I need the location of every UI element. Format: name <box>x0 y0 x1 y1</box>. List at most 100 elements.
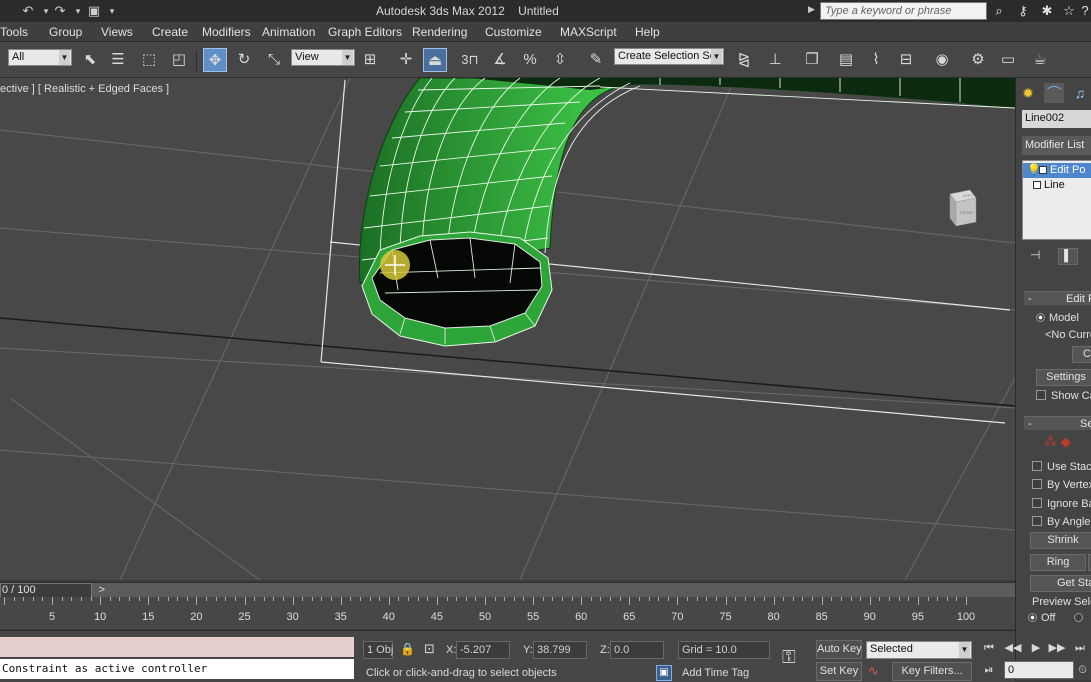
search-input[interactable]: Type a keyword or phrase <box>820 2 987 20</box>
show-end-result-icon[interactable]: ▌ <box>1058 248 1078 265</box>
percent-snap-icon[interactable]: % <box>518 48 542 72</box>
keyboard-shortcut-override-icon[interactable]: ⏏ <box>423 48 447 72</box>
settings-button[interactable]: Settings <box>1036 369 1091 386</box>
stack-item-line[interactable]: Line <box>1023 178 1091 193</box>
schematic-view-icon[interactable]: ⊟ <box>894 48 918 72</box>
select-and-scale-icon[interactable]: ⤡ <box>262 48 286 72</box>
edit-named-selection-icon[interactable]: ✎ <box>584 48 608 72</box>
y-coordinate-field[interactable]: 38.799 <box>533 641 587 659</box>
menu-graph-editors[interactable]: Graph Editors <box>328 25 402 39</box>
menu-views[interactable]: Views <box>101 25 133 39</box>
checkbox[interactable] <box>1036 390 1046 400</box>
create-tab-icon[interactable]: ✹ <box>1018 83 1038 103</box>
lightbulb-icon[interactable]: 💡 <box>1027 163 1041 178</box>
key-mode-dropdown[interactable]: Selected ▼ <box>866 641 972 659</box>
perspective-viewport[interactable]: ective ] [ Realistic + Edged Faces ] LEF… <box>0 78 1015 580</box>
by-angle-checkbox[interactable]: By Angle <box>1032 516 1090 528</box>
preview-subobj-radio[interactable] <box>1074 612 1087 624</box>
previous-frame-icon[interactable]: ◀◀ <box>1003 639 1023 657</box>
menu-animation[interactable]: Animation <box>262 25 315 39</box>
object-name-field[interactable]: Line002 <box>1022 110 1091 128</box>
radio-button[interactable] <box>1074 613 1083 622</box>
modifier-list-dropdown[interactable]: Modifier List <box>1022 136 1091 155</box>
go-to-start-icon[interactable]: ⏮ <box>979 639 999 657</box>
menu-customize[interactable]: Customize <box>485 25 542 39</box>
render-setup-icon[interactable]: ⚙ <box>966 48 990 72</box>
expand-toggle-icon[interactable] <box>1033 181 1041 189</box>
stack-item-edit-poly[interactable]: 💡 Edit Po <box>1023 163 1091 178</box>
time-tag-icon[interactable]: ▣ <box>656 665 672 681</box>
lock-selection-icon[interactable]: 🔒 <box>400 642 415 656</box>
next-frame-icon[interactable]: ▶▶ <box>1047 639 1067 657</box>
absolute-mode-icon[interactable]: ⊡ <box>424 641 435 657</box>
render-production-icon[interactable]: ☕ <box>1028 48 1052 72</box>
auto-key-button[interactable]: Auto Key <box>816 640 862 659</box>
ignore-backfacing-checkbox[interactable]: Ignore Ba <box>1032 498 1091 510</box>
rendered-frame-window-icon[interactable]: ▭ <box>996 48 1020 72</box>
menu-modifiers[interactable]: Modifiers <box>202 25 251 39</box>
model-radio[interactable]: Model <box>1036 312 1079 324</box>
x-coordinate-field[interactable]: -5.207 <box>456 641 510 659</box>
undo-icon[interactable]: ↶ <box>20 3 36 19</box>
checkbox[interactable] <box>1032 498 1042 508</box>
set-key-mode-icon[interactable]: ⚿ <box>782 647 796 668</box>
maxscript-listener-input[interactable] <box>0 637 354 657</box>
expand-arrow-icon[interactable]: ▶ <box>808 4 815 15</box>
time-slider[interactable]: 0 / 100 > <box>0 582 1015 598</box>
by-vertex-checkbox[interactable]: By Vertex <box>1032 479 1091 491</box>
redo-icon[interactable]: ↷ <box>52 3 68 19</box>
current-frame-field[interactable]: 0 <box>1004 661 1074 679</box>
pin-stack-icon[interactable]: ⊣ <box>1030 248 1040 262</box>
time-slider-handle[interactable]: 0 / 100 > <box>0 583 105 598</box>
set-key-button[interactable]: Set Key <box>816 662 862 681</box>
preview-off-radio[interactable]: Off <box>1028 612 1055 624</box>
project-folder-icon[interactable]: ▣ <box>86 3 102 19</box>
play-icon[interactable]: ▶ <box>1026 639 1046 657</box>
mirror-icon[interactable]: ⧎ <box>732 48 756 72</box>
ring-button[interactable]: Ring <box>1030 554 1086 571</box>
maxscript-listener-output[interactable]: Constraint as active controller <box>0 659 354 679</box>
redo-dropdown-icon[interactable]: ▾ <box>70 3 86 19</box>
curve-editor-icon[interactable]: ⌇ <box>864 48 888 72</box>
material-editor-icon[interactable]: ◉ <box>930 48 954 72</box>
hierarchy-tab-icon[interactable]: ♫ <box>1070 83 1090 103</box>
radio-button[interactable] <box>1036 313 1045 322</box>
add-time-tag-button[interactable]: Add Time Tag <box>682 667 749 679</box>
reference-coordinate-dropdown[interactable]: View ▼ <box>291 49 355 66</box>
commit-button[interactable]: C <box>1072 346 1091 363</box>
select-and-move-icon[interactable]: ✥ <box>203 48 227 72</box>
key-mode-toggle-icon[interactable]: ⏯ <box>979 661 999 679</box>
menu-create[interactable]: Create <box>152 25 188 39</box>
go-to-end-icon[interactable]: ⏭ <box>1070 639 1090 657</box>
quick-access-dropdown-icon[interactable]: ▾ <box>104 3 120 19</box>
checkbox[interactable] <box>1032 479 1042 489</box>
show-cage-checkbox[interactable]: Show Ca <box>1036 390 1091 402</box>
shrink-button[interactable]: Shrink <box>1030 532 1091 549</box>
selection-filter-dropdown[interactable]: All ▼ <box>8 49 72 66</box>
select-and-rotate-icon[interactable]: ↻ <box>232 48 256 72</box>
layer-manager-icon[interactable]: ❐ <box>800 48 824 72</box>
track-bar[interactable]: 5 10 15 20 25 30 35 40 45 50 55 60 65 70 75 80 85 90 95 100 <box>0 597 1015 629</box>
edit-poly-rollout-header[interactable]: - Edit P <box>1024 291 1091 305</box>
modify-tab-icon[interactable]: ⌒ <box>1044 83 1064 103</box>
pivot-center-icon[interactable]: ⊞ <box>358 48 382 72</box>
select-by-name-icon[interactable]: ☰ <box>106 48 130 72</box>
align-icon[interactable]: ⊥ <box>763 48 787 72</box>
key-tangent-icon[interactable]: ∿ <box>868 663 879 679</box>
menu-maxscript[interactable]: MAXScript <box>560 25 617 39</box>
use-stack-checkbox[interactable]: Use Stack <box>1032 461 1091 473</box>
window-crossing-icon[interactable]: ◰ <box>167 48 191 72</box>
menu-help[interactable]: Help <box>635 25 660 39</box>
ribbon-icon[interactable]: ▤ <box>834 48 858 72</box>
named-selection-dropdown[interactable]: Create Selection Se ▼ <box>614 48 724 65</box>
radio-button[interactable] <box>1028 613 1037 622</box>
get-stack-selection-button[interactable]: Get Stac <box>1030 575 1091 592</box>
spinner-snap-icon[interactable]: ⇳ <box>548 48 572 72</box>
subobject-level-icons[interactable]: ⁂ ◆ <box>1044 434 1071 450</box>
snaps-toggle-icon[interactable]: 3⊓ <box>458 48 482 72</box>
expand-toggle-icon[interactable] <box>1039 166 1047 174</box>
next-frame-arrow[interactable]: > <box>99 584 105 597</box>
checkbox[interactable] <box>1032 461 1042 471</box>
menu-group[interactable]: Group <box>49 25 82 39</box>
select-and-manipulate-icon[interactable]: ✛ <box>394 48 418 72</box>
